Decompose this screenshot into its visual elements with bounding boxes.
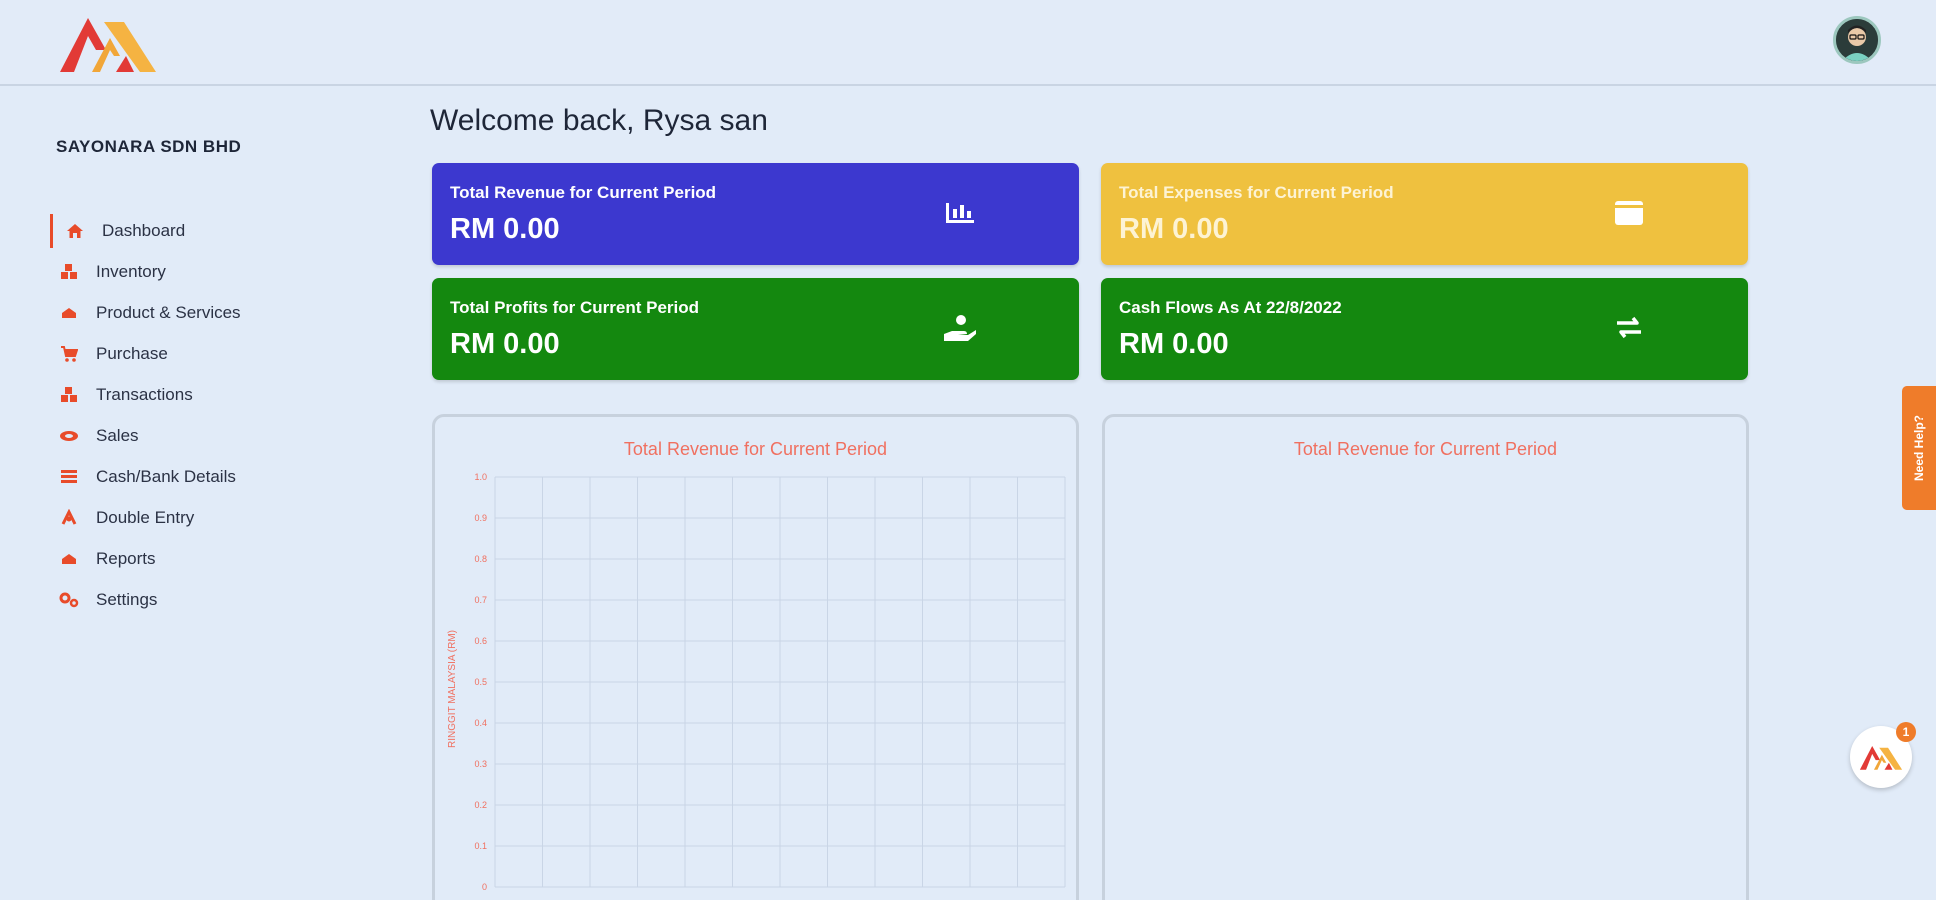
revenue-line-chart: RINGGIT MALAYSIA (RM) 0 0.1 0.2 0.3 0.4 0.5 0.… <box>447 472 1066 892</box>
sidebar-nav: Dashboard Inventory Product & Services P… <box>50 210 350 620</box>
y-tick-label: 0.7 <box>474 595 487 605</box>
sidebar-item-label: Inventory <box>96 261 166 281</box>
home-icon <box>64 220 86 242</box>
notification-badge: 1 <box>1896 722 1916 742</box>
product-icon <box>58 302 80 324</box>
bank-icon <box>58 466 80 488</box>
brand-logo-icon <box>1859 746 1903 770</box>
company-name: SAYONARA SDN BHD <box>56 137 242 156</box>
chart-title: Total Revenue for Current Period <box>1293 439 1558 459</box>
need-help-label: Need Help? <box>1912 414 1927 482</box>
settings-icon <box>58 589 80 611</box>
sidebar-item-product-services[interactable]: Product & Services <box>50 292 350 333</box>
y-tick-label: 0.6 <box>474 636 487 646</box>
y-tick-label: 0.4 <box>474 718 487 728</box>
card-title: Total Revenue for Current Period <box>450 183 717 202</box>
handshake-icon <box>58 425 80 447</box>
y-tick-label: 0.1 <box>474 841 487 851</box>
sidebar-item-reports[interactable]: Reports <box>50 538 350 579</box>
wallet-icon <box>1611 197 1647 229</box>
y-axis-label: RINGGIT MALAYSIA (RM) <box>447 630 458 748</box>
sidebar-item-label: Purchase <box>96 343 168 363</box>
top-bar <box>0 0 1936 86</box>
revenue-chart-panel: Total Revenue for Current Period RINGGIT… <box>432 414 1079 900</box>
sidebar-item-label: Transactions <box>96 384 193 404</box>
sidebar-item-settings[interactable]: Settings <box>50 579 350 620</box>
card-value: RM 0.00 <box>1119 213 1229 245</box>
y-tick-label: 0.2 <box>474 800 487 810</box>
card-value: RM 0.00 <box>450 328 560 360</box>
sidebar-item-double-entry[interactable]: Double Entry <box>50 497 350 538</box>
card-title: Total Expenses for Current Period <box>1119 183 1394 202</box>
sidebar-item-label: Double Entry <box>96 507 195 527</box>
brand-logo[interactable] <box>58 10 158 76</box>
y-tick-label: 0.3 <box>474 759 487 769</box>
revenue-card[interactable]: Total Revenue for Current Period RM 0.00 <box>432 163 1079 265</box>
double-entry-icon <box>58 507 80 529</box>
y-tick-label: 0 <box>482 882 487 892</box>
card-value: RM 0.00 <box>450 213 560 245</box>
sidebar-item-cash-bank-details[interactable]: Cash/Bank Details <box>50 456 350 497</box>
sidebar-item-inventory[interactable]: Inventory <box>50 251 350 292</box>
reports-icon <box>58 548 80 570</box>
y-tick-label: 0.8 <box>474 554 487 564</box>
sidebar-item-dashboard[interactable]: Dashboard <box>50 210 350 251</box>
sidebar-item-transactions[interactable]: Transactions <box>50 374 350 415</box>
y-tick-label: 1.0 <box>474 472 487 482</box>
y-tick-label: 0.5 <box>474 677 487 687</box>
card-title: Cash Flows As At 22/8/2022 <box>1119 298 1342 317</box>
sidebar-item-label: Settings <box>96 589 158 609</box>
sidebar-item-label: Dashboard <box>102 220 186 240</box>
user-avatar[interactable] <box>1833 16 1881 64</box>
card-value: RM 0.00 <box>1119 328 1229 360</box>
sidebar-item-label: Product & Services <box>96 302 241 322</box>
card-title: Total Profits for Current Period <box>450 298 700 317</box>
sidebar-item-label: Cash/Bank Details <box>96 466 236 486</box>
sidebar-item-purchase[interactable]: Purchase <box>50 333 350 374</box>
profits-card[interactable]: Total Profits for Current Period RM 0.00 <box>432 278 1079 380</box>
transactions-icon <box>58 384 80 406</box>
boxes-icon <box>58 261 80 283</box>
sidebar-item-label: Reports <box>96 548 156 568</box>
cash-flows-card[interactable]: Cash Flows As At 22/8/2022 RM 0.00 <box>1101 278 1748 380</box>
hand-coin-icon <box>942 312 978 344</box>
page-title: Welcome back, Rysa san <box>430 104 768 137</box>
y-tick-label: 0.9 <box>474 513 487 523</box>
chart-icon <box>942 197 978 229</box>
sidebar-item-sales[interactable]: Sales <box>50 415 350 456</box>
exchange-icon <box>1611 312 1647 344</box>
expenses-card[interactable]: Total Expenses for Current Period RM 0.0… <box>1101 163 1748 265</box>
sidebar-item-label: Sales <box>96 425 139 445</box>
revenue-chart-panel-secondary: Total Revenue for Current Period <box>1102 414 1749 900</box>
need-help-tab[interactable]: Need Help? <box>1902 386 1936 510</box>
cart-icon <box>58 343 80 365</box>
chat-bubble-button[interactable]: 1 <box>1850 722 1916 788</box>
active-indicator <box>50 214 53 248</box>
